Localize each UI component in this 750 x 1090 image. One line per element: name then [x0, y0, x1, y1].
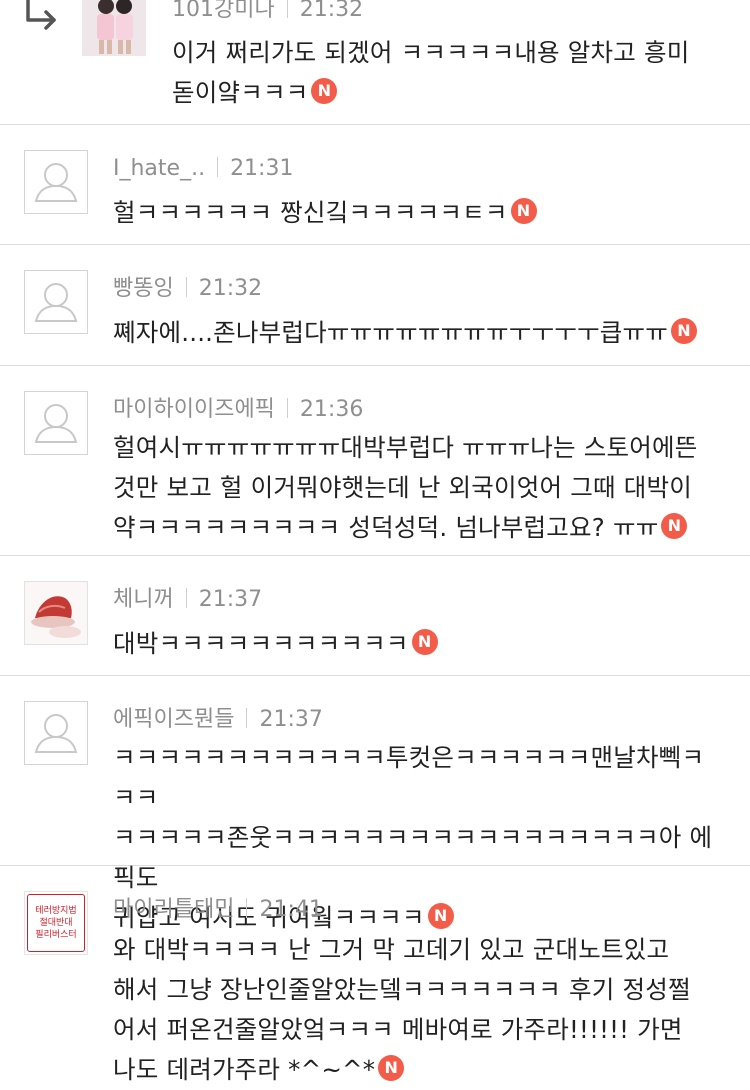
comment-time: 21:32: [299, 0, 364, 22]
new-badge: N: [661, 513, 688, 539]
comment-line: 것만 보고 헐 이거뭐야햇는데 난 외국이엇어 그때 대박이: [113, 473, 692, 502]
comment-item: I_hate_.. 21:31 헐ㅋㅋㅋㅋㅋㅋ 짱신깈ㅋㅋㅋㅋㅋㅌㅋ N: [0, 125, 750, 245]
comment-body: 대박ㅋㅋㅋㅋㅋㅋㅋㅋㅋㅋㅋ N: [113, 624, 720, 664]
default-avatar-icon: [34, 283, 78, 322]
comment-line: 어서 퍼온건줄알았엌ㅋㅋㅋ 메바여로 가주라!!!!!! 가면: [113, 1015, 683, 1044]
comment-time: 21:36: [299, 397, 364, 422]
comment-time: 21:37: [198, 587, 263, 612]
comment-meta: 빵똥잉 21:32: [113, 271, 262, 307]
comment-line: 헐여시ㅠㅠㅠㅠㅠㅠㅠ대박부럽다 ㅠㅠㅠ나는 스토어에뜬: [113, 433, 698, 462]
meta-divider: [246, 898, 248, 918]
new-badge: N: [411, 629, 438, 655]
comment-author[interactable]: 에픽이즈뭔들: [113, 707, 234, 732]
comment-item: 테러방지법 절대반대 필리버스터 마이리틀태민 21:41 와 대박ㅋㅋㅋㅋ 난 …: [0, 866, 750, 1088]
comment-item: 에픽이즈뭔들 21:37 ㅋㅋㅋㅋㅋㅋㅋㅋㅋㅋㅋㅋ투컷은ㅋㅋㅋㅋㅋㅋ맨날차뻭ㅋㅋㅋ…: [0, 676, 750, 932]
stamp-line: 필리버스터: [35, 930, 77, 940]
reply-arrow-icon: [26, 0, 56, 30]
comment-line: 돋이얔ㅋㅋㅋ N: [172, 73, 720, 113]
avatar[interactable]: [24, 701, 88, 765]
comment-item: 체니꺼 21:37 대박ㅋㅋㅋㅋㅋㅋㅋㅋㅋㅋㅋ N: [0, 556, 750, 676]
comment-meta: 마이하이이즈에픽 21:36: [113, 392, 363, 428]
comment-meta: 마이리틀태민 21:41: [113, 892, 323, 928]
comment-item: 빵똥잉 21:32 쪠자에....존나부럽다ㅠㅠㅠㅠㅠㅠㅠㅠㅜㅜㅜㅜ큽ㅠㅠ N: [0, 245, 750, 366]
comment-author[interactable]: 빵똥잉: [113, 276, 174, 301]
comment-time: 21:41: [259, 897, 323, 922]
avatar-hat-image: [25, 582, 87, 644]
stamp-avatar: 테러방지법 절대반대 필리버스터: [27, 894, 85, 952]
comment-author[interactable]: 101강미나: [172, 0, 275, 22]
default-avatar-icon: [34, 404, 78, 443]
comment-meta: I_hate_.. 21:31: [113, 151, 293, 187]
avatar[interactable]: 테러방지법 절대반대 필리버스터: [24, 891, 88, 955]
meta-divider: [286, 0, 288, 18]
comment-time: 21:32: [198, 276, 263, 301]
comment-author[interactable]: I_hate_..: [113, 156, 205, 181]
comment-line: ㅋㅋㅋㅋㅋㅋㅋㅋㅋㅋㅋㅋ투컷은ㅋㅋㅋㅋㅋㅋ맨날차뻭ㅋㅋㅋ: [113, 743, 705, 812]
comment-line: 와 대박ㅋㅋㅋㅋ 난 그거 막 고데기 있고 군대노트있고: [113, 935, 670, 964]
meta-divider: [185, 588, 187, 608]
avatar[interactable]: [24, 270, 88, 334]
new-badge: N: [378, 1055, 405, 1081]
comment-line: 쪠자에....존나부럽다ㅠㅠㅠㅠㅠㅠㅠㅠㅜㅜㅜㅜ큽ㅠㅠ N: [113, 313, 720, 353]
default-avatar-icon: [34, 714, 78, 753]
comment-meta: 에픽이즈뭔들 21:37: [113, 702, 323, 738]
avatar[interactable]: [24, 581, 88, 645]
stamp-line: 테러방지법: [35, 906, 77, 916]
avatar[interactable]: [82, 0, 146, 56]
comment-line: 해서 그냥 장난인줄알았는뎈ㅋㅋㅋㅋㅋㅋㅋ 후기 정성쩔: [113, 975, 691, 1004]
comment-body: 이거 쩌리가도 되겠어 ㅋㅋㅋㅋㅋ내용 알차고 흥미 돋이얔ㅋㅋㅋ N: [172, 33, 720, 113]
meta-divider: [286, 398, 288, 418]
new-badge: N: [311, 78, 338, 104]
new-badge: N: [670, 318, 697, 344]
default-avatar-icon: [34, 163, 78, 202]
comment-body: 쪠자에....존나부럽다ㅠㅠㅠㅠㅠㅠㅠㅠㅜㅜㅜㅜ큽ㅠㅠ N: [113, 313, 720, 353]
comment-author[interactable]: 마이하이이즈에픽: [113, 397, 275, 422]
comment-line: 나도 데려가주라 *^~^* N: [113, 1050, 720, 1090]
comment-meta: 체니꺼 21:37: [113, 582, 262, 618]
comment-author[interactable]: 체니꺼: [113, 587, 174, 612]
avatar-photo: [82, 0, 146, 56]
comment-line: 이거 쩌리가도 되겠어 ㅋㅋㅋㅋㅋ내용 알차고 흥미: [172, 38, 690, 67]
avatar[interactable]: [24, 391, 88, 455]
comment-body: 와 대박ㅋㅋㅋㅋ 난 그거 막 고데기 있고 군대노트있고 해서 그냥 장난인줄…: [113, 930, 720, 1090]
stamp-line: 절대반대: [39, 918, 73, 928]
comment-line: 헐ㅋㅋㅋㅋㅋㅋ 짱신깈ㅋㅋㅋㅋㅋㅌㅋ N: [113, 193, 720, 233]
meta-divider: [185, 277, 187, 297]
comment-time: 21:31: [230, 156, 294, 181]
comment-body: 헐여시ㅠㅠㅠㅠㅠㅠㅠ대박부럽다 ㅠㅠㅠ나는 스토어에뜬 것만 보고 헐 이거뭐야…: [113, 428, 720, 548]
meta-divider: [246, 708, 248, 728]
meta-divider: [217, 157, 219, 177]
comment-line: 대박ㅋㅋㅋㅋㅋㅋㅋㅋㅋㅋㅋ N: [113, 624, 720, 664]
comment-body: 헐ㅋㅋㅋㅋㅋㅋ 짱신깈ㅋㅋㅋㅋㅋㅌㅋ N: [113, 193, 720, 233]
avatar[interactable]: [24, 150, 88, 214]
new-badge: N: [510, 198, 537, 224]
comment-meta: 101강미나 21:32: [172, 0, 363, 28]
comment-time: 21:37: [259, 707, 323, 732]
comment-item: 101강미나 21:32 이거 쩌리가도 되겠어 ㅋㅋㅋㅋㅋ내용 알차고 흥미 돋…: [0, 0, 750, 125]
comment-author[interactable]: 마이리틀태민: [113, 897, 234, 922]
comment-line: 약ㅋㅋㅋㅋㅋㅋㅋㅋㅋ 성덕성덕. 넘나부럽고요? ㅠㅠ N: [113, 508, 720, 548]
comment-item: 마이하이이즈에픽 21:36 헐여시ㅠㅠㅠㅠㅠㅠㅠ대박부럽다 ㅠㅠㅠ나는 스토어에…: [0, 366, 750, 556]
